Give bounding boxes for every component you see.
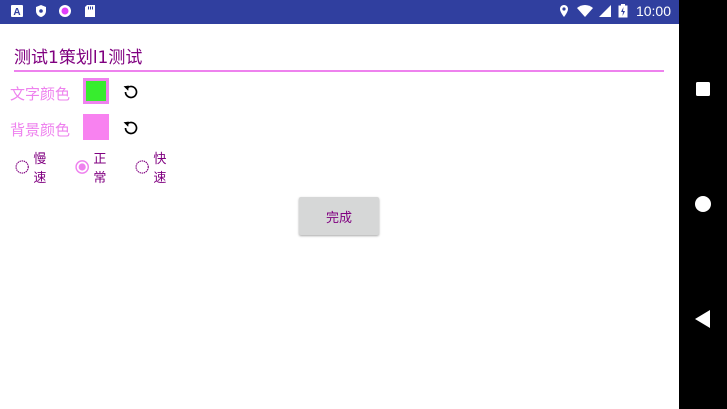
- radio-unchecked-icon: [15, 160, 29, 174]
- wifi-icon: [577, 5, 593, 17]
- recents-icon: [696, 82, 710, 96]
- reset-text-color-icon[interactable]: [120, 81, 142, 103]
- recents-button[interactable]: [679, 69, 727, 109]
- record-icon: [59, 5, 71, 17]
- radio-fast[interactable]: 快速: [135, 152, 172, 186]
- sd-card-icon: [85, 5, 95, 17]
- text-color-label: 文字颜色: [10, 85, 71, 103]
- radio-slow[interactable]: 慢速: [15, 152, 52, 186]
- done-button[interactable]: 完成: [299, 197, 379, 235]
- home-button[interactable]: [679, 184, 727, 224]
- svg-text:A: A: [13, 7, 20, 18]
- navigation-bar: [679, 0, 727, 409]
- signal-icon: [599, 5, 611, 17]
- clock: 10:00: [635, 3, 671, 19]
- radio-fast-label: 快速: [153, 152, 167, 186]
- a-icon: A: [11, 5, 23, 18]
- back-icon: [695, 310, 710, 328]
- back-button[interactable]: [679, 299, 727, 339]
- home-icon: [695, 196, 711, 212]
- radio-slow-label: 慢速: [33, 152, 47, 186]
- location-icon: [560, 5, 568, 17]
- bg-color-swatch[interactable]: [83, 114, 109, 140]
- reset-bg-color-icon[interactable]: [120, 117, 142, 139]
- status-bar: A 10:00: [0, 0, 679, 24]
- radio-unchecked-icon: [135, 160, 149, 174]
- battery-icon: [618, 4, 628, 18]
- radio-checked-icon: [75, 160, 89, 174]
- bg-color-label: 背景颜色: [10, 121, 71, 139]
- title-input[interactable]: [14, 40, 664, 72]
- shield-icon: [36, 5, 46, 17]
- radio-normal[interactable]: 正常: [75, 152, 112, 186]
- radio-normal-label: 正常: [93, 152, 107, 186]
- text-color-swatch[interactable]: [83, 78, 109, 104]
